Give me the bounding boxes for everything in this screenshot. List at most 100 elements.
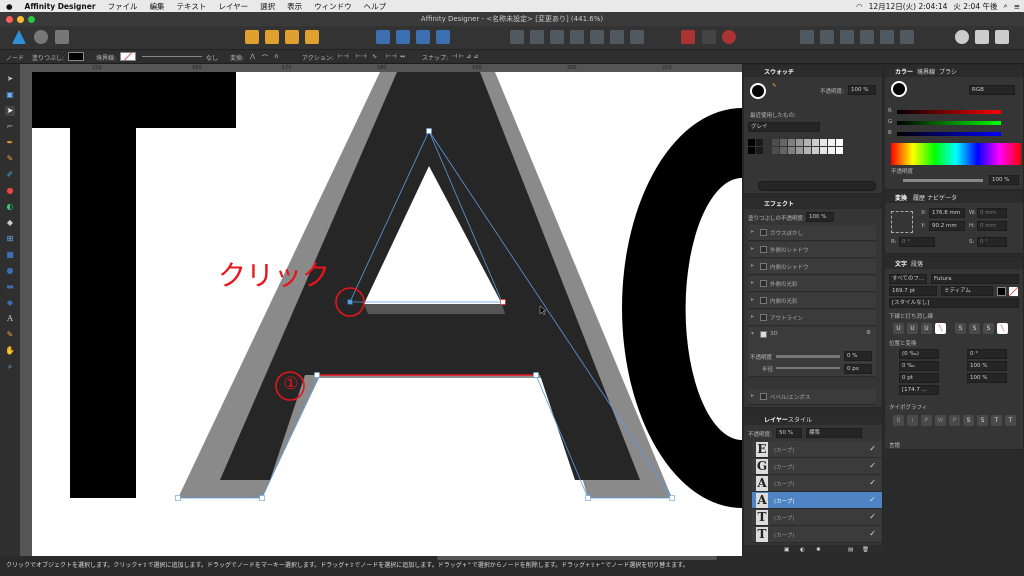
smooth-curve-icon[interactable]: ∿ [372,53,377,60]
tab-paragraph[interactable]: 段落 [911,259,923,268]
arrange-forward-icon[interactable] [285,30,299,44]
layer-opacity-field[interactable]: 50 % [776,428,802,438]
color-swatch[interactable] [804,139,811,146]
shear-field[interactable]: 0 ° [977,237,1007,247]
threed-opacity-slider[interactable] [776,355,840,358]
break-curve-icon[interactable]: ⊢⊣ [338,53,348,60]
y-field[interactable]: 90.2 mm [929,221,965,231]
menu-edit[interactable]: 編集 [144,1,171,12]
arrange-front-icon[interactable] [305,30,319,44]
palette-select[interactable]: グレイ [748,122,820,132]
effect-outer-shadow[interactable]: ▸ 外側のシャドウ [748,242,876,258]
anchor-selector[interactable] [891,211,913,233]
add-layer-icon[interactable]: ▤ [848,547,853,553]
typography-section[interactable]: タイポグラフィ [889,403,927,411]
layer-row[interactable]: G (カーブ) ✓ [752,458,882,475]
g-slider[interactable] [897,121,1001,125]
visibility-checkbox[interactable]: ✓ [869,512,876,521]
effect-outline[interactable]: ▸ アウトライン [748,310,876,326]
color-swatch[interactable] [780,147,787,154]
snapping-options-icon[interactable] [702,30,716,44]
baseline-field[interactable]: 0 pt [899,373,939,383]
menu-window[interactable]: ウィンドウ [308,1,358,12]
visibility-checkbox[interactable]: ✓ [869,495,876,504]
color-swatch[interactable] [788,139,795,146]
color-swatch[interactable] [828,139,835,146]
tab-character[interactable]: 文字 [895,259,907,268]
font-size-field[interactable]: 169.7 pt [889,286,937,296]
stroke-swatch[interactable] [120,52,136,61]
color-swatch[interactable] [748,139,755,146]
typo-allcaps-icon[interactable]: P [949,415,960,426]
node-sharp-icon[interactable]: ⋀ [250,53,255,60]
color-swatch[interactable] [788,147,795,154]
radius-field[interactable]: 0 px [844,364,872,374]
language-section[interactable]: 言語 [889,441,900,449]
curve-node-selected[interactable] [347,299,353,305]
eyedropper-icon[interactable]: ✎ [772,83,777,89]
color-swatch[interactable] [756,147,763,154]
font-weight-select[interactable]: ミディアム [941,286,993,296]
color-swatch[interactable] [836,147,843,154]
blend-mode-select[interactable]: 標準 [806,428,862,438]
radius-slider[interactable] [776,367,840,369]
visibility-checkbox[interactable]: ✓ [869,478,876,487]
tab-stroke[interactable]: 境界線 [917,67,935,76]
typo-smallcaps-icon[interactable]: Ꮃ [935,415,946,426]
typo-caps-icon[interactable]: P [921,415,932,426]
snap-options-icon[interactable]: ⊣ ⊢ ⊿ ⊿ [452,53,478,60]
clock-time[interactable]: 火 2:04 午後 [953,1,997,12]
zoom-window-icon[interactable] [28,16,35,23]
flip-horizontal-icon[interactable] [376,30,390,44]
hand-tool-icon[interactable]: ✋ [5,346,15,356]
menu-select[interactable]: 選択 [254,1,281,12]
menu-help[interactable]: ヘルプ [358,1,393,12]
menu-file[interactable]: ファイル [102,1,144,12]
underline-color-icon[interactable]: U [921,323,932,334]
app-menu[interactable]: Affinity Designer [19,2,102,11]
flip-vertical-icon[interactable] [396,30,410,44]
strike-none-icon[interactable]: ╲ [997,323,1008,334]
hscale-field[interactable]: 100 % [967,361,1007,371]
tracking-field[interactable]: 0 ‰ [899,361,939,371]
effect-settings-icon[interactable]: ⚙ [866,330,871,336]
tab-layers[interactable]: レイヤー [764,415,788,424]
color-swatch[interactable] [820,139,827,146]
reverse-curve-icon[interactable]: ↔ [400,53,405,60]
vector-brush-tool-icon[interactable]: ✐ [5,170,15,180]
tab-swatches[interactable]: スウォッチ [764,67,794,76]
rotate-left-icon[interactable] [416,30,430,44]
clock-date[interactable]: 12月12日(火) 2:04:14 [869,1,948,12]
arrange-backward-icon[interactable] [265,30,279,44]
crop-tool-icon[interactable]: ⊞ [5,234,15,244]
color-spectrum[interactable] [891,143,1021,165]
layer-row[interactable]: E (カーブ) ✓ [752,441,882,458]
snapping-toggle-icon[interactable] [722,30,736,44]
boolean-intersect-icon[interactable] [840,30,854,44]
double-underline-icon[interactable]: U [907,323,918,334]
color-opacity-slider[interactable] [903,179,983,182]
artboard[interactable]: クリック ① [32,72,742,556]
view-mode-icon[interactable] [955,30,969,44]
rotate-right-icon[interactable] [436,30,450,44]
color-swatch[interactable] [828,147,835,154]
underline-none-icon[interactable]: ╲ [935,323,946,334]
fill-opacity-field[interactable]: 100 % [806,212,834,222]
x-field[interactable]: 176.8 mm [929,208,965,218]
menu-list-icon[interactable]: ≡ [1014,2,1020,11]
tab-navigator[interactable]: ナビゲータ [927,193,957,202]
move-tool-icon[interactable]: ➤ [5,74,15,84]
pixel-persona-icon[interactable] [34,30,48,44]
strike-color-icon[interactable]: S [983,323,994,334]
menu-layer[interactable]: レイヤー [212,1,254,12]
b-slider[interactable] [897,132,1001,136]
strikethrough-icon[interactable]: S [955,323,966,334]
fill-swatch[interactable] [68,52,84,61]
position-section[interactable]: 位置と変換 [889,339,917,347]
curve-node[interactable] [175,495,181,501]
color-mode-select[interactable]: RGB [969,85,1015,95]
curve-node[interactable] [669,495,675,501]
cloud-icon[interactable] [995,30,1009,44]
layer-row[interactable]: T (カーブ) ✓ [752,526,882,543]
layer-row[interactable]: A (カーブ) ✓ [752,475,882,492]
